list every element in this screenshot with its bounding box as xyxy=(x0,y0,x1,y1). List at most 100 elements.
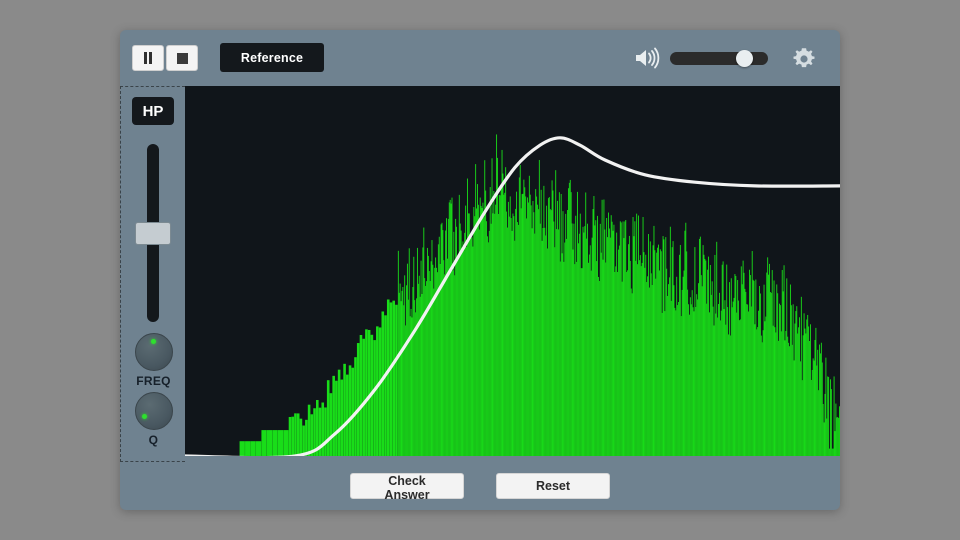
spectrum-bar xyxy=(544,227,546,456)
spectrum-bar xyxy=(373,340,376,456)
spectrum-bar xyxy=(582,226,584,456)
spectrum-bar xyxy=(696,294,698,456)
spectrum-bar xyxy=(564,242,566,456)
spectrum-bar xyxy=(486,221,488,456)
spectrum-bar xyxy=(481,207,483,456)
spectrum-bar xyxy=(676,276,678,456)
freq-knob[interactable] xyxy=(134,333,173,371)
spectrum-bar xyxy=(498,194,500,456)
spectrum-bar xyxy=(810,379,812,456)
spectrum-bar xyxy=(638,215,639,456)
spectrum-bar xyxy=(688,304,689,456)
spectrum-bar xyxy=(418,275,420,456)
spectrum-bar xyxy=(566,238,568,456)
spectrum-bar xyxy=(515,208,517,456)
spectrum-bar xyxy=(839,406,840,456)
spectrum-bar xyxy=(576,261,578,456)
stop-icon xyxy=(176,52,188,64)
spectrum-bar xyxy=(777,293,779,456)
spectrum-bar xyxy=(463,250,465,456)
spectrum-bar xyxy=(507,227,508,456)
spectrum-bar xyxy=(563,261,565,456)
spectrum-bar xyxy=(261,430,267,456)
spectrum-bar xyxy=(724,300,726,456)
volume-slider-knob[interactable] xyxy=(736,49,754,67)
spectrum-bar xyxy=(720,310,722,456)
spectrum-bar xyxy=(608,212,609,456)
spectrum-bar xyxy=(628,244,629,456)
spectrum-bar xyxy=(511,230,513,456)
spectrum-bar xyxy=(596,261,598,456)
spectrum-bar xyxy=(712,306,714,456)
spectrum-bar xyxy=(400,301,402,456)
spectrum-bar xyxy=(567,188,569,456)
spectrum-bar xyxy=(426,247,428,456)
spectrum-bar xyxy=(609,237,611,456)
spectrum-bar xyxy=(727,307,729,456)
spectrum-bar xyxy=(551,180,553,456)
spectrum-bar xyxy=(386,299,390,456)
reference-button[interactable]: Reference xyxy=(220,43,324,72)
spectrum-bar xyxy=(556,229,558,456)
spectrum-bar xyxy=(578,233,580,456)
spectrum-bar xyxy=(296,413,300,456)
spectrum-bar xyxy=(555,170,557,456)
speaker-volume-icon[interactable] xyxy=(634,46,660,70)
spectrum-bar xyxy=(608,228,610,456)
spectrum-bar xyxy=(829,448,830,456)
spectrum-bar xyxy=(625,220,627,456)
spectrum-bar xyxy=(767,257,769,456)
q-knob[interactable] xyxy=(134,392,173,430)
gain-slider[interactable] xyxy=(135,144,171,322)
spectrum-bar xyxy=(541,240,543,456)
spectrum-bar xyxy=(601,199,603,456)
spectrum-bar xyxy=(546,205,548,456)
check-answer-button[interactable]: Check Answer xyxy=(350,473,464,502)
spectrum-bar xyxy=(543,185,545,456)
spectrum-bar xyxy=(788,342,790,456)
spectrum-bar xyxy=(533,212,535,456)
spectrum-bar xyxy=(565,213,567,456)
spectrum-bar xyxy=(459,223,461,456)
spectrum-bar xyxy=(436,272,438,456)
spectrum-bar xyxy=(573,223,575,456)
spectrum-bar xyxy=(466,246,467,456)
spectrum-bar xyxy=(699,236,701,456)
pause-icon xyxy=(143,52,153,64)
spectrum-display[interactable] xyxy=(185,86,840,456)
spectrum-bar xyxy=(765,316,767,456)
spectrum-bar xyxy=(615,266,617,456)
spectrum-bar xyxy=(501,149,503,456)
spectrum-bar xyxy=(476,208,478,456)
spectrum-bar xyxy=(786,278,788,456)
spectrum-bar xyxy=(648,234,649,456)
spectrum-bar xyxy=(490,223,492,456)
spectrum-bar xyxy=(487,236,488,456)
settings-button[interactable] xyxy=(790,45,818,73)
spectrum-bar xyxy=(307,404,311,456)
spectrum-bar xyxy=(680,316,682,456)
band-type-button[interactable]: HP xyxy=(132,97,174,125)
spectrum-bar xyxy=(769,263,770,456)
spectrum-bar xyxy=(662,236,664,456)
spectrum-bar xyxy=(412,287,414,456)
reset-button[interactable]: Reset xyxy=(496,473,610,499)
spectrum-bar xyxy=(713,325,715,456)
spectrum-bar xyxy=(672,241,674,456)
spectrum-bar xyxy=(821,362,823,456)
spectrum-bar xyxy=(824,393,826,456)
gain-slider-handle[interactable] xyxy=(135,222,171,245)
spectrum-bar xyxy=(671,247,673,456)
spectrum-bar xyxy=(781,270,783,456)
spectrum-bar xyxy=(464,232,466,456)
freq-knob-group: FREQ xyxy=(121,333,186,388)
spectrum-bar xyxy=(469,234,471,456)
stop-button[interactable] xyxy=(166,45,198,71)
spectrum-bar xyxy=(528,175,530,456)
spectrum-bar xyxy=(554,247,556,456)
pause-button[interactable] xyxy=(132,45,164,71)
spectrum-bar xyxy=(756,329,758,456)
spectrum-bar xyxy=(663,239,665,456)
volume-slider[interactable] xyxy=(670,49,768,67)
spectrum-bar xyxy=(652,245,654,456)
